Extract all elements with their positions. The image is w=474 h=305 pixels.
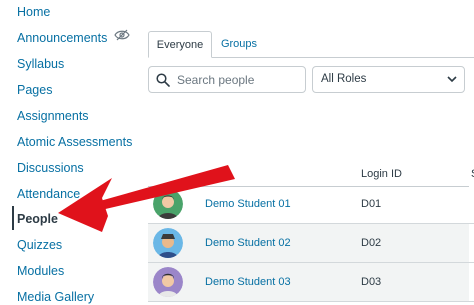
sidebar-item-atomic-assessments[interactable]: Atomic Assessments	[17, 134, 132, 150]
avatar	[153, 228, 183, 258]
login-id: D01	[361, 198, 382, 210]
sidebar-item-announcements[interactable]: Announcements	[17, 30, 107, 46]
sidebar-item-quizzes[interactable]: Quizzes	[17, 237, 62, 253]
role-filter-select[interactable]: All Roles	[312, 66, 465, 93]
table-row: Demo Student 03 D03	[148, 263, 474, 302]
course-navigation: Home Announcements Syllabus Pages Assign…	[0, 0, 140, 304]
role-filter-value: All Roles	[321, 73, 367, 85]
avatar	[153, 189, 183, 219]
people-page: Everyone Groups All Roles me Login ID S …	[140, 0, 474, 302]
table-row: Demo Student 02 D02	[148, 224, 474, 263]
student-name-link[interactable]: Demo Student 01	[205, 198, 291, 210]
sidebar-item-pages[interactable]: Pages	[17, 82, 52, 98]
search-icon	[156, 73, 170, 87]
active-indicator	[12, 206, 14, 230]
sidebar-item-media-gallery[interactable]: Media Gallery	[17, 289, 94, 305]
sidebar-item-syllabus[interactable]: Syllabus	[17, 56, 64, 72]
search-input[interactable]	[177, 69, 301, 90]
student-name-link[interactable]: Demo Student 03	[205, 276, 291, 288]
sidebar-item-attendance[interactable]: Attendance	[17, 186, 80, 202]
eye-slash-icon[interactable]	[114, 29, 130, 41]
tab-groups[interactable]: Groups	[216, 31, 262, 58]
sidebar-item-home[interactable]: Home	[17, 4, 50, 20]
tab-everyone[interactable]: Everyone	[148, 31, 212, 58]
student-name-link[interactable]: Demo Student 02	[205, 237, 291, 249]
sidebar-item-assignments[interactable]: Assignments	[17, 108, 89, 124]
chevron-down-icon	[447, 76, 457, 83]
sidebar-item-discussions[interactable]: Discussions	[17, 160, 84, 176]
sidebar-item-people[interactable]: People	[17, 211, 58, 227]
sidebar-item-modules[interactable]: Modules	[17, 263, 64, 279]
column-header-name[interactable]: me	[212, 168, 227, 180]
table-header: me Login ID S	[148, 162, 474, 187]
login-id: D02	[361, 237, 382, 249]
login-id: D03	[361, 276, 382, 288]
avatar	[153, 267, 183, 297]
table-row: Demo Student 01 D01	[148, 185, 474, 224]
search-box[interactable]	[148, 66, 306, 93]
column-header-login-id[interactable]: Login ID	[361, 168, 402, 180]
